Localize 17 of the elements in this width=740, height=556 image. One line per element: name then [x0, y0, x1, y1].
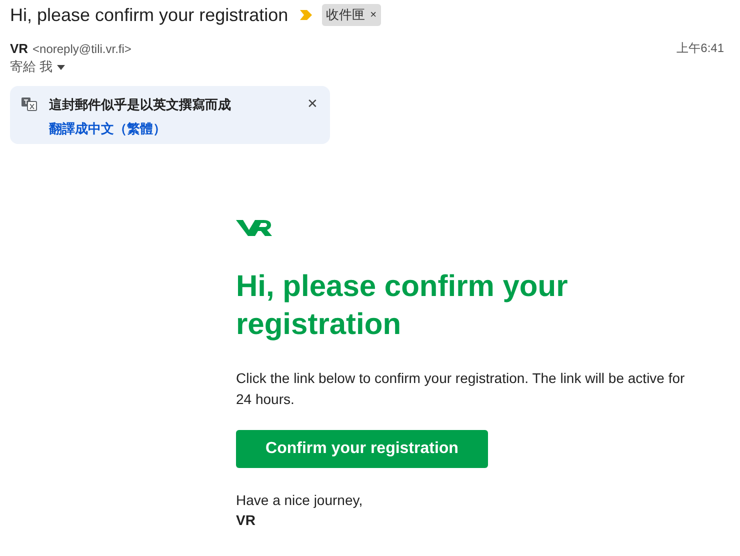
- body-text: Click the link below to confirm your registration. The link will be active for 24 hours.: [236, 369, 686, 409]
- closing-text: Have a nice journey,: [236, 492, 364, 508]
- close-button[interactable]: ✕: [307, 96, 318, 111]
- recipient-text: 寄給 我: [10, 58, 53, 76]
- received-time: 上午6:41: [676, 40, 724, 57]
- dropdown-caret-icon[interactable]: [56, 64, 65, 70]
- sender-name: VR: [10, 41, 28, 56]
- translate-icon: [21, 97, 37, 111]
- remove-label-button[interactable]: ×: [370, 9, 377, 21]
- signature: VR: [236, 512, 256, 528]
- translate-message: 這封郵件似乎是以英文撰寫而成: [49, 96, 232, 114]
- importance-marker-icon[interactable]: [300, 10, 312, 20]
- email-heading: Hi, please confirm your registration: [236, 269, 569, 343]
- email-subject: Hi, please confirm your registration: [10, 4, 288, 26]
- sender-address: <noreply@tili.vr.fi>: [32, 42, 132, 56]
- label-text: 收件匣: [326, 6, 366, 24]
- translate-link[interactable]: 翻譯成中文（繁體）: [49, 120, 295, 138]
